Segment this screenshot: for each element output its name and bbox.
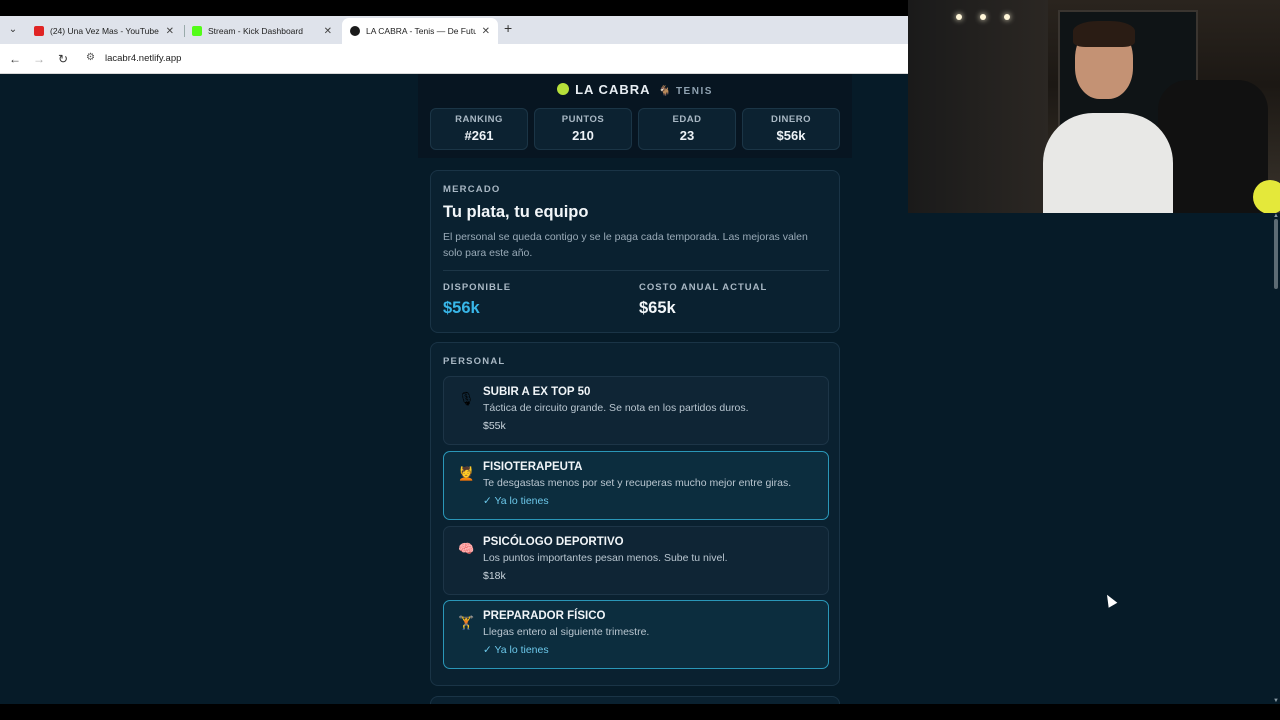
staff-item-trainer[interactable]: 🏋 PREPARADOR FÍSICO Llegas entero al sig…: [443, 600, 829, 669]
ceiling-light-icon: [956, 14, 962, 20]
section-label: MERCADO: [443, 184, 501, 195]
staff-item-physio[interactable]: 💆 FISIOTERAPEUTA Te desgastas menos por …: [443, 451, 829, 520]
staff-item-desc: Te desgastas menos por set y recuperas m…: [483, 477, 792, 489]
tab-strip: ⌄ (24) Una Vez Mas - YouTube ✕ Stream - …: [0, 16, 908, 44]
divider: [443, 270, 829, 271]
section-label: PERSONAL: [443, 356, 506, 367]
ceiling-light-icon: [1004, 14, 1010, 20]
stat-value: 210: [572, 128, 594, 143]
stat-money: DINERO $56k: [742, 108, 840, 150]
staff-item-name: PREPARADOR FÍSICO: [483, 610, 606, 622]
available-value: $56k: [443, 299, 480, 317]
stat-label: PUNTOS: [561, 114, 605, 125]
staff-item-desc: Los puntos importantes pesan menos. Sube…: [483, 552, 728, 564]
annual-cost-value: $65k: [639, 299, 676, 317]
tab-close-icon[interactable]: ✕: [482, 26, 490, 37]
back-arrow-icon[interactable]: ←: [6, 50, 24, 68]
youtube-favicon-icon: [34, 26, 44, 36]
scrollbar[interactable]: ▲ ▼: [1272, 213, 1280, 704]
kick-favicon-icon: [192, 26, 202, 36]
tab-title: (24) Una Vez Mas - YouTube: [50, 26, 159, 36]
tab-kick[interactable]: Stream - Kick Dashboard ✕: [184, 18, 340, 44]
stat-age: EDAD 23: [638, 108, 736, 150]
stat-label: RANKING: [455, 114, 503, 125]
staff-item-desc: Táctica de circuito grande. Se nota en l…: [483, 402, 749, 414]
owned-status: ✓ Ya lo tienes: [483, 644, 549, 656]
brand-title: LA CABRA: [575, 82, 651, 97]
market-title: Tu plata, tu equipo: [443, 203, 589, 221]
tab-close-icon[interactable]: ✕: [166, 26, 174, 37]
stat-label: EDAD: [672, 114, 702, 125]
staff-item-name: SUBIR A EX TOP 50: [483, 386, 591, 398]
brain-icon: 🧠: [458, 541, 475, 556]
tab-la-cabra[interactable]: LA CABRA - Tenis — De Futures ✕: [342, 18, 498, 44]
next-card-partial: [430, 696, 840, 704]
staff-item-name: PSICÓLOGO DEPORTIVO: [483, 536, 624, 548]
market-card: MERCADO Tu plata, tu equipo El personal …: [430, 170, 840, 333]
staff-item-desc: Llegas entero al siguiente trimestre.: [483, 626, 650, 638]
stat-value: #261: [464, 128, 494, 143]
stat-value: $56k: [776, 128, 806, 143]
weightlifter-icon: 🏋: [458, 615, 475, 630]
new-tab-plus-icon[interactable]: +: [504, 20, 512, 36]
reload-icon[interactable]: ↻: [54, 50, 72, 68]
streamer-hair: [1073, 21, 1135, 47]
tab-youtube[interactable]: (24) Una Vez Mas - YouTube ✕: [26, 18, 182, 44]
forward-arrow-icon[interactable]: →: [30, 50, 48, 68]
coach-icon: 🎙: [458, 391, 475, 406]
url-field[interactable]: lacabr4.netlify.app: [105, 53, 181, 64]
staff-card: PERSONAL 🎙 SUBIR A EX TOP 50 Táctica de …: [430, 342, 840, 686]
site-info-icon[interactable]: ⚙: [86, 52, 95, 63]
stat-label: DINERO: [771, 114, 811, 125]
staff-item-psychologist[interactable]: 🧠 PSICÓLOGO DEPORTIVO Los puntos importa…: [443, 526, 829, 595]
physio-icon: 💆: [458, 466, 475, 481]
staff-item-coach[interactable]: 🎙 SUBIR A EX TOP 50 Táctica de circuito …: [443, 376, 829, 445]
scrollbar-thumb[interactable]: [1274, 219, 1278, 289]
gaming-chair: [1158, 80, 1268, 213]
stat-ranking: RANKING #261: [430, 108, 528, 150]
tab-close-icon[interactable]: ✕: [324, 26, 332, 37]
streamer: [1043, 21, 1173, 213]
ceiling-light-icon: [980, 14, 986, 20]
staff-item-price: $18k: [483, 570, 506, 582]
tennis-ball-prop: [1253, 180, 1280, 213]
stat-points: PUNTOS 210: [534, 108, 632, 150]
staff-item-name: FISIOTERAPEUTA: [483, 461, 583, 473]
tab-title: Stream - Kick Dashboard: [208, 26, 303, 36]
annual-cost-label: COSTO ANUAL ACTUAL: [639, 282, 768, 293]
streamer-body: [1043, 113, 1173, 213]
brand-subtitle: TENIS: [675, 86, 713, 97]
stat-value: 23: [679, 128, 695, 143]
window-bottom-bar: [0, 704, 1280, 720]
tab-title: LA CABRA - Tenis — De Futures: [366, 26, 476, 36]
window-top-bar: [0, 0, 908, 16]
owned-status: ✓ Ya lo tienes: [483, 495, 549, 507]
game-header: LA CABRA 🐐 TENIS RANKING #261 PUNTOS 210 E…: [418, 74, 852, 158]
available-label: DISPONIBLE: [443, 282, 512, 293]
available-block: DISPONIBLE $56k: [443, 282, 511, 318]
brand: LA CABRA 🐐 TENIS: [418, 82, 852, 97]
staff-item-price: $55k: [483, 420, 506, 432]
tab-search-chevron-icon[interactable]: ⌄: [4, 21, 22, 39]
webcam-overlay: [908, 0, 1280, 213]
market-description: El personal se queda contigo y se le pag…: [443, 231, 808, 259]
goat-icon: 🐐: [658, 86, 672, 97]
page-background-right: [908, 213, 1272, 704]
la-cabra-favicon-icon: [350, 26, 360, 36]
webcam-wall: [908, 0, 1048, 213]
stats-row: RANKING #261 PUNTOS 210 EDAD 23 DINERO $…: [430, 108, 840, 150]
annual-cost-block: COSTO ANUAL ACTUAL $65k: [639, 282, 767, 318]
address-bar: ← → ↻ ⚙ lacabr4.netlify.app: [0, 44, 908, 74]
tennis-ball-icon: [557, 83, 570, 95]
